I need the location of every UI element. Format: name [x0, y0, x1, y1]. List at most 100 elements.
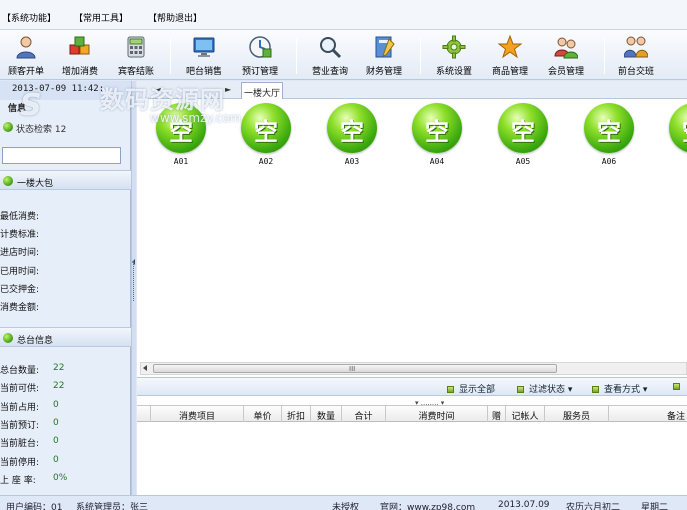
handover-icon	[624, 36, 648, 58]
column-total[interactable]: 合计	[342, 406, 386, 422]
filter-status-label: 过滤状态 ▾	[529, 385, 573, 395]
filter-status-dropdown[interactable]: 过滤状态 ▾	[517, 382, 572, 395]
room-tile[interactable]: 空 A06	[582, 103, 636, 169]
summary-available-label: 当前可供:	[0, 384, 40, 394]
room-name: A03	[344, 157, 360, 166]
splitter-grip[interactable]	[133, 261, 135, 301]
menu-help-exit[interactable]: 【帮助退出】	[148, 11, 202, 24]
scroll-left-arrow-icon[interactable]	[143, 365, 147, 371]
green-dot-icon	[3, 122, 13, 132]
column-price[interactable]: 单价	[244, 406, 282, 422]
toolbar-label: 吧台销售	[185, 67, 222, 77]
toolbar-label: 前台交班	[617, 67, 654, 77]
room-name: A02	[258, 157, 274, 166]
watermark-logo: S	[20, 88, 42, 123]
column-waiter[interactable]: 服务员	[545, 406, 609, 422]
left-info-panel: 2013-07-09 11:42: 信息 状态检索 12 一楼大包 最低消费: …	[0, 81, 131, 495]
cubes-icon	[69, 36, 90, 55]
toolbar-label: 系统设置	[435, 67, 472, 77]
view-mode-dropdown[interactable]: 查看方式 ▾	[592, 382, 647, 395]
room-search-input[interactable]	[2, 147, 121, 164]
toolbar-goods-button[interactable]: 商品管理	[484, 33, 536, 77]
summary-header: 总台信息	[0, 327, 131, 347]
toolbar-add-consumption-button[interactable]: 增加消费	[54, 33, 106, 77]
green-dot-icon	[3, 333, 13, 343]
summary-total-label: 总台数量:	[0, 366, 40, 376]
main-toolbar: 顾客开单 增加消费 宾客结账 吧台销售 预订管理 营业查询 财务管理 系统设置 …	[0, 30, 687, 80]
person-icon	[16, 36, 36, 59]
column-time[interactable]: 消费时间	[386, 406, 488, 422]
toolbar-open-order-button[interactable]: 顾客开单	[0, 33, 52, 77]
toolbar-checkout-button[interactable]: 宾客结账	[110, 33, 162, 77]
watermark-text: 数码资源网	[100, 86, 225, 114]
toolbar-business-query-button[interactable]: 营业查询	[304, 33, 356, 77]
column-gift[interactable]: 赠	[488, 406, 506, 422]
room-tile[interactable]: 空 A04	[410, 103, 464, 169]
toolbar-label: 增加消费	[61, 67, 98, 77]
green-square-icon	[673, 383, 680, 390]
room-horizontal-scrollbar[interactable]: III	[140, 362, 687, 375]
panel-splitter[interactable]	[131, 81, 136, 495]
room-tile[interactable]: 空 A02	[239, 103, 293, 169]
toolbar-finance-button[interactable]: 财务管理	[358, 33, 410, 77]
field-deposit: 已交押金:	[0, 285, 40, 295]
status-website[interactable]: 官网：www.zp98.com	[380, 500, 475, 510]
summary-reserved-value: 0	[53, 418, 59, 428]
column-remark[interactable]: 备注	[609, 406, 687, 422]
status-authorization: 未授权	[332, 503, 360, 510]
column-discount[interactable]: 折扣	[282, 406, 311, 422]
toolbar-label: 宾客结账	[117, 67, 154, 77]
green-square-icon	[447, 386, 454, 393]
summary-dirty-label: 当前脏台:	[0, 439, 40, 449]
toolbar-shift-handover-button[interactable]: 前台交班	[610, 33, 662, 77]
menu-system-functions[interactable]: 【系统功能】	[2, 11, 56, 24]
toolbar-separator	[296, 38, 297, 74]
magnifier-icon	[320, 37, 342, 59]
more-actions-button[interactable]	[673, 382, 685, 392]
room-tile[interactable]: 空	[667, 103, 687, 169]
room-tile[interactable]: 空 A03	[325, 103, 379, 169]
watermark-url: www.smzy.com	[150, 111, 242, 125]
column-quantity[interactable]: 数量	[311, 406, 342, 422]
show-all-button[interactable]: 显示全部	[447, 382, 495, 395]
clock-icon	[249, 36, 272, 58]
toolbar-label: 预订管理	[241, 67, 278, 77]
column-recorder[interactable]: 记帐人	[506, 406, 545, 422]
gear-icon	[442, 35, 466, 59]
room-name: A04	[429, 157, 445, 166]
field-billing-standard: 计费标准:	[0, 230, 40, 240]
toolbar-bar-sales-button[interactable]: 吧台销售	[178, 33, 230, 77]
status-bar: 用户编码：01 系统管理员：张三 未授权 官网：www.zp98.com 201…	[0, 495, 687, 510]
status-weekday: 星期二	[641, 503, 669, 510]
summary-occupied-value: 0	[53, 400, 59, 410]
scroll-thumb[interactable]: III	[153, 364, 557, 373]
summary-title: 总台信息	[17, 336, 54, 346]
room-status: 空	[254, 117, 278, 146]
column-item[interactable]: 消费项目	[151, 406, 244, 422]
scroll-grip-icon: III	[349, 365, 356, 373]
green-square-icon	[592, 386, 599, 393]
toolbar-label: 会员管理	[547, 67, 584, 77]
tab-first-floor-hall[interactable]: 一楼大厅	[241, 82, 283, 99]
monitor-icon	[193, 37, 215, 57]
green-square-icon	[517, 386, 524, 393]
toolbar-reservation-button[interactable]: 预订管理	[234, 33, 286, 77]
room-status: 空	[511, 117, 535, 146]
tab-next-icon[interactable]: ►	[225, 85, 231, 94]
room-tile[interactable]: 空 A05	[496, 103, 550, 169]
menu-common-tools[interactable]: 【常用工具】	[74, 11, 128, 24]
toolbar-separator	[420, 38, 421, 74]
room-view-area: ◄ ► 一楼大厅 空 A01 空 A02 空 A03 空 A04 空 A05 空…	[137, 81, 687, 495]
status-date: 2013.07.09	[498, 500, 550, 510]
status-lunar-date: 农历六月初二	[566, 503, 621, 510]
toolbar-members-button[interactable]: 会员管理	[540, 33, 592, 77]
calculator-icon	[127, 36, 145, 58]
consumption-action-bar: 显示全部 过滤状态 ▾ 查看方式 ▾	[137, 377, 687, 396]
field-consumption-amount: 消费金额:	[0, 303, 40, 313]
row-indicator-column	[137, 406, 151, 422]
toolbar-system-settings-button[interactable]: 系统设置	[428, 33, 480, 77]
show-all-label: 显示全部	[459, 385, 496, 395]
summary-occupancy-label: 上 座 率:	[0, 476, 36, 486]
star-icon	[498, 35, 522, 59]
room-name: A01	[173, 157, 189, 166]
